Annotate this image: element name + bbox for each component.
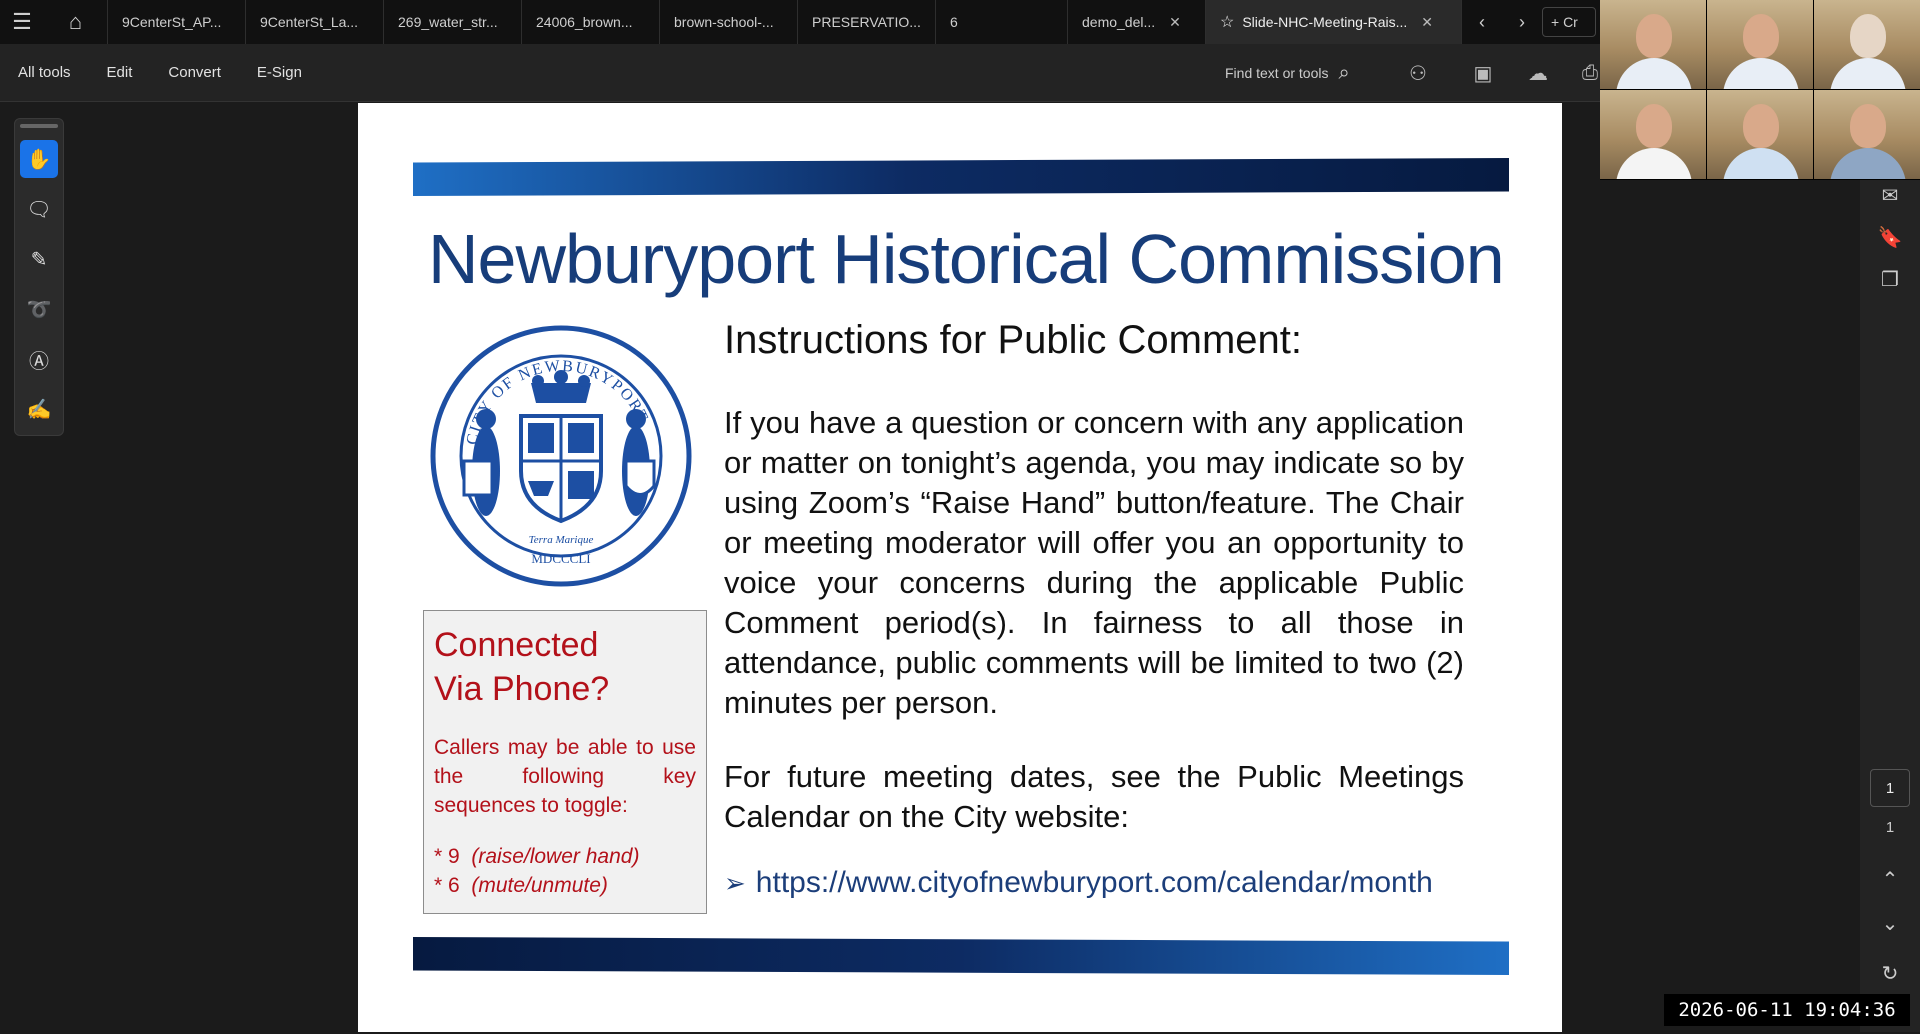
seal-year-text: MDCCCLI	[531, 551, 590, 566]
all-tools-menu[interactable]: All tools	[0, 64, 89, 81]
lasso-draw-icon[interactable]: ➰	[20, 290, 58, 328]
arrow-bullet-icon: ➢	[724, 868, 746, 898]
video-participants-grid	[1600, 0, 1920, 180]
tab-document[interactable]: PRESERVATIO...	[798, 0, 936, 44]
instructions-body: If you have a question or concern with a…	[724, 405, 1464, 720]
star-icon[interactable]: ☆	[1220, 12, 1234, 32]
key-description: (mute/unmute)	[471, 874, 608, 897]
new-tab-label: + Cr	[1551, 14, 1578, 30]
key-description: (raise/lower hand)	[471, 845, 640, 868]
scroll-tabs-right-icon[interactable]: ›	[1502, 0, 1542, 44]
city-seal-icon: CITY OF NEWBURYPORT Terra Marique MDCCCL…	[430, 325, 692, 587]
find-text-button[interactable]: Find text or tools ⌕	[1225, 44, 1350, 102]
tab-label: Slide-NHC-Meeting-Rais...	[1242, 14, 1408, 30]
calendar-link-row: ➢ https://www.cityofnewburyport.com/calen…	[724, 866, 1433, 900]
tab-document[interactable]: 24006_brown...	[522, 0, 660, 44]
bottom-decorative-band	[413, 937, 1509, 975]
tab-label: demo_del...	[1082, 14, 1156, 30]
participant-video[interactable]	[1600, 0, 1706, 89]
find-text-label: Find text or tools	[1225, 65, 1329, 81]
comment-tool-icon[interactable]: 🗨	[20, 190, 58, 228]
hand-tool-icon[interactable]: ✋	[20, 140, 58, 178]
text-select-icon[interactable]: Ⓐ	[20, 340, 58, 378]
edit-menu[interactable]: Edit	[89, 64, 151, 81]
recording-timestamp: 2026-06-11 19:04:36	[1664, 994, 1910, 1026]
bookmark-icon[interactable]: 🔖	[1875, 222, 1905, 252]
tab-label: 24006_brown...	[536, 14, 633, 30]
phone-key-list: * 9 (raise/lower hand) * 6 (mute/unmute)	[434, 842, 696, 900]
signature-icon[interactable]: ✍	[20, 390, 58, 428]
page-down-icon[interactable]: ⌄	[1875, 908, 1905, 938]
close-tab-icon[interactable]: ✕	[1421, 14, 1433, 31]
page-up-icon[interactable]: ⌃	[1875, 864, 1905, 894]
top-decorative-band	[413, 158, 1509, 196]
participant-video[interactable]	[1707, 0, 1813, 89]
instructions-heading: Instructions for Public Comment:	[724, 318, 1302, 362]
document-page: Newburyport Historical Commission CITY O…	[358, 103, 1562, 1032]
search-icon: ⌕	[1338, 61, 1350, 84]
total-pages: 1	[1885, 819, 1895, 836]
participant-video[interactable]	[1814, 0, 1920, 89]
convert-menu[interactable]: Convert	[150, 64, 239, 81]
tab-label: 6	[950, 14, 958, 30]
seal-motto-text: Terra Marique	[529, 534, 594, 546]
tab-label: 9CenterSt_AP...	[122, 14, 222, 30]
tab-label: PRESERVATIO...	[812, 14, 921, 30]
tab-document[interactable]: brown-school-...	[660, 0, 798, 44]
phone-key-item: * 9 (raise/lower hand)	[434, 842, 696, 871]
pages-icon[interactable]: ❐	[1875, 264, 1905, 294]
participant-video[interactable]	[1814, 90, 1920, 179]
hamburger-menu-icon[interactable]: ☰	[0, 0, 44, 44]
phone-info-box: Connected Via Phone? Callers may be able…	[423, 610, 707, 914]
phone-box-description: Callers may be able to use the following…	[434, 736, 696, 817]
comments-icon[interactable]: ✉	[1875, 180, 1905, 210]
home-icon[interactable]: ⌂	[44, 0, 108, 44]
tab-label: brown-school-...	[674, 14, 774, 30]
tab-document[interactable]: 6	[936, 0, 1068, 44]
highlight-pen-icon[interactable]: ✎	[20, 240, 58, 278]
participant-video[interactable]	[1600, 90, 1706, 179]
key-sequence: * 9	[434, 845, 460, 868]
right-side-panel: ✉ 🔖 ❐ 1 1 ⌃ ⌄ ↻ 🗎	[1860, 102, 1920, 1032]
calendar-link[interactable]: https://www.cityofnewburyport.com/calend…	[756, 866, 1433, 899]
upload-cloud-icon[interactable]: ☁	[1523, 58, 1553, 88]
tab-active-document[interactable]: ☆ Slide-NHC-Meeting-Rais... ✕	[1206, 0, 1462, 44]
phone-key-item: * 6 (mute/unmute)	[434, 871, 696, 900]
tab-document[interactable]: 9CenterSt_AP...	[108, 0, 246, 44]
phone-title-line: Connected	[434, 626, 599, 664]
rail-grip[interactable]	[20, 124, 58, 128]
ai-assistant-icon[interactable]: ⚇	[1403, 58, 1433, 88]
save-icon[interactable]: ▣	[1468, 58, 1498, 88]
new-tab-button[interactable]: + Cr	[1542, 7, 1596, 37]
current-page-input[interactable]: 1	[1870, 769, 1910, 807]
key-sequence: * 6	[434, 874, 460, 897]
phone-title-line: Via Phone?	[434, 670, 610, 708]
document-title: Newburyport Historical Commission	[428, 220, 1505, 298]
tab-document[interactable]: 269_water_str...	[384, 0, 522, 44]
close-tab-icon[interactable]: ✕	[1169, 14, 1181, 31]
esign-menu[interactable]: E-Sign	[239, 64, 320, 81]
future-dates-text: For future meeting dates, see the Public…	[724, 759, 1464, 834]
tab-document[interactable]: 9CenterSt_La...	[246, 0, 384, 44]
scroll-tabs-left-icon[interactable]: ‹	[1462, 0, 1502, 44]
refresh-icon[interactable]: ↻	[1875, 958, 1905, 988]
tab-document[interactable]: demo_del... ✕	[1068, 0, 1206, 44]
participant-video[interactable]	[1707, 90, 1813, 179]
tool-rail: ✋ 🗨 ✎ ➰ Ⓐ ✍	[14, 118, 64, 436]
tab-label: 9CenterSt_La...	[260, 14, 359, 30]
tab-label: 269_water_str...	[398, 14, 498, 30]
phone-box-title: Connected Via Phone?	[434, 623, 696, 711]
